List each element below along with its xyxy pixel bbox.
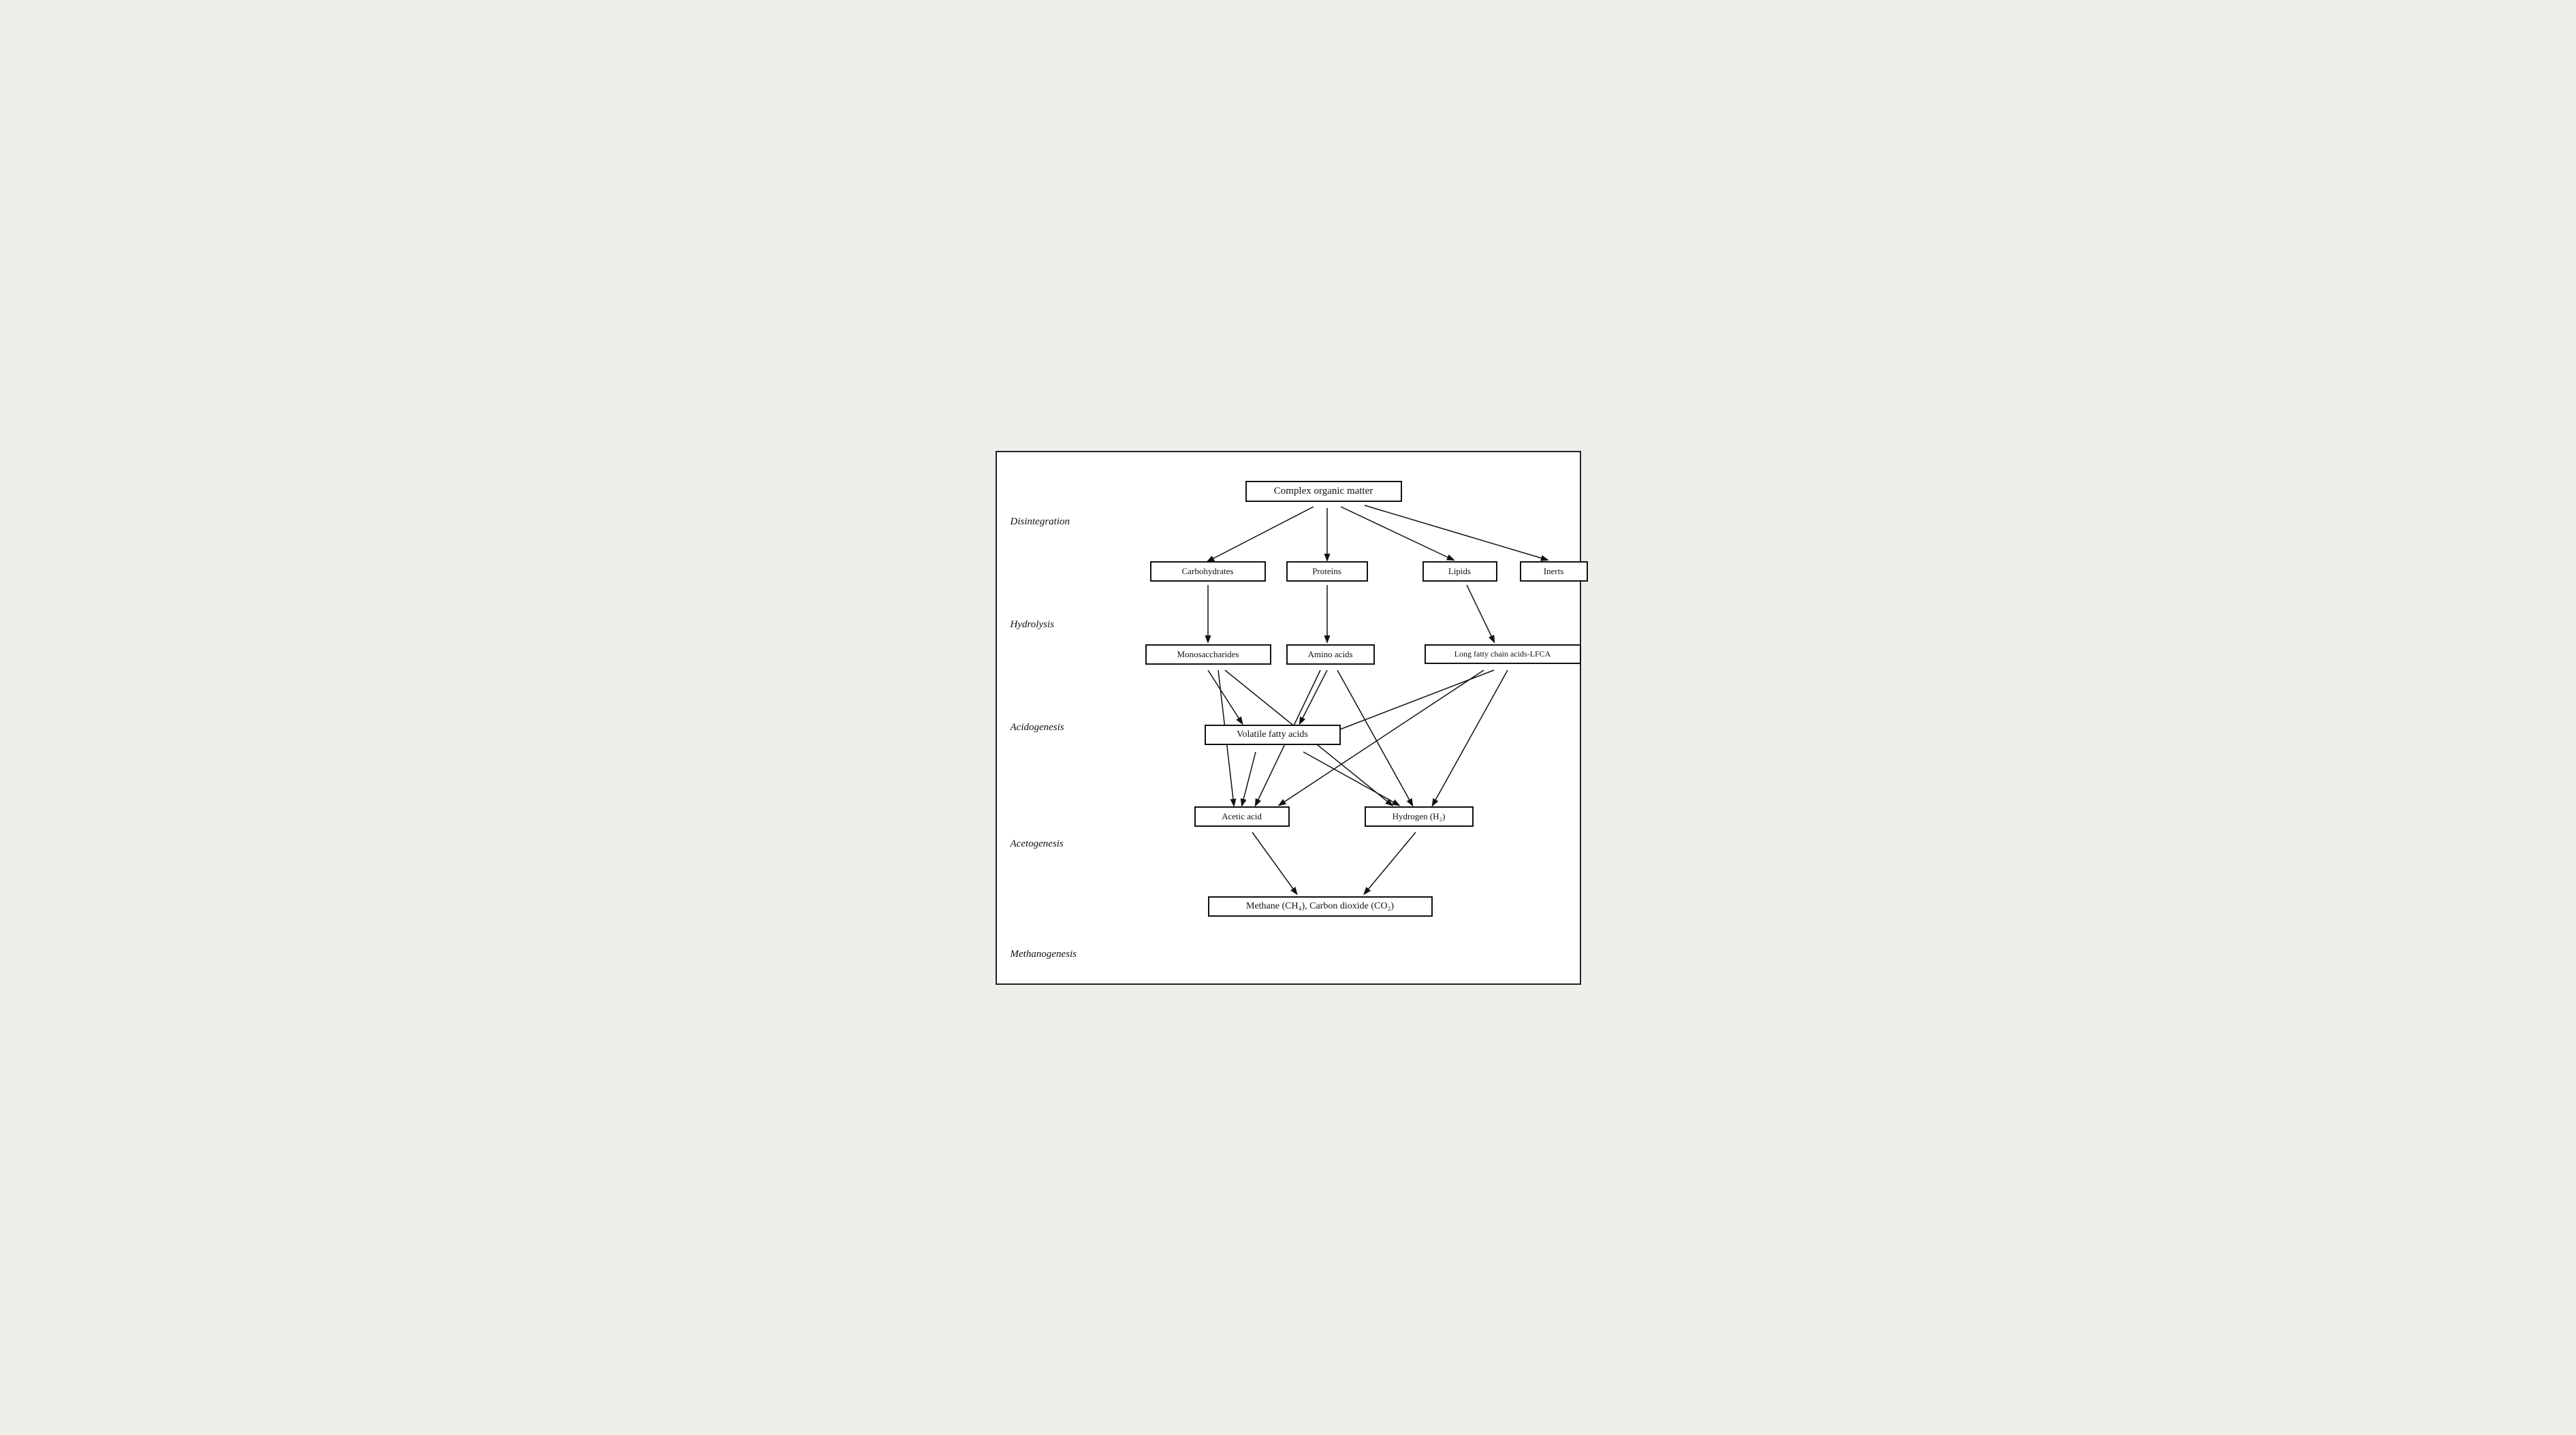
diagram-flow: Complex organic matter Carbohydrates Pro… — [1106, 473, 1566, 963]
node-proteins: Proteins — [1286, 561, 1368, 582]
node-hydrogen: Hydrogen (H₂) — [1365, 806, 1474, 827]
node-monosaccharides: Monosaccharides — [1145, 644, 1271, 665]
label-hydrolysis: Hydrolysis — [1011, 616, 1106, 633]
node-amino-acids: Amino acids — [1286, 644, 1375, 665]
node-volatile-fatty-acids: Volatile fatty acids — [1205, 725, 1341, 745]
node-lfca: Long fatty chain acids-LFCA — [1425, 644, 1581, 664]
label-disintegration: Disintegration — [1011, 514, 1106, 531]
label-methanogenesis: Methanogenesis — [1011, 946, 1106, 963]
label-acetogenesis: Acetogenesis — [1011, 836, 1106, 853]
diagram-container: Disintegration Hydrolysis Acidogenesis A… — [996, 451, 1581, 985]
arrows-svg — [1106, 473, 1566, 963]
node-methane-co2: Methane (CH₄), Carbon dioxide (CO₂) — [1208, 896, 1433, 917]
node-complex-organic: Complex organic matter — [1245, 481, 1402, 502]
node-carbohydrates: Carbohydrates — [1150, 561, 1266, 582]
node-inerts: Inerts — [1520, 561, 1588, 582]
node-lipids: Lipids — [1422, 561, 1497, 582]
label-acidogenesis: Acidogenesis — [1011, 719, 1106, 736]
node-acetic-acid: Acetic acid — [1194, 806, 1290, 827]
stage-labels: Disintegration Hydrolysis Acidogenesis A… — [1011, 473, 1106, 963]
